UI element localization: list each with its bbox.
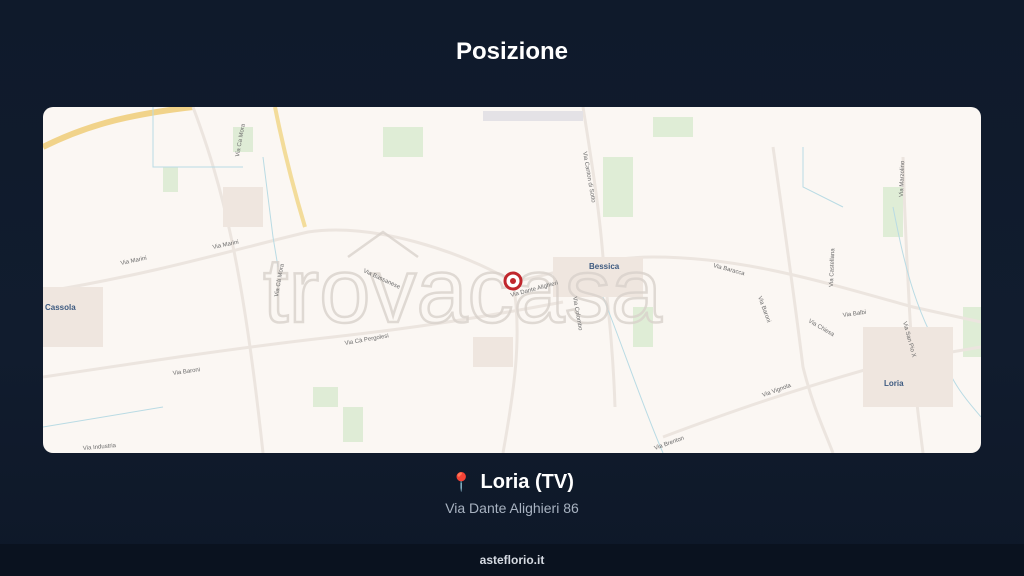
town-label-loria: Loria (884, 379, 904, 388)
map-canvas[interactable]: trovacasa Cassola Bessica Loria Via Ca M… (43, 107, 981, 453)
footer: asteflorio.it (0, 544, 1024, 576)
street-label: Via Chiesa (807, 319, 836, 339)
street-label: Via Balbi (842, 310, 866, 319)
street-label: Via Marini (120, 256, 147, 267)
footer-brand: asteflorio.it (479, 553, 545, 567)
town-label-cassola: Cassola (45, 303, 76, 312)
map[interactable]: trovacasa Cassola Bessica Loria Via Ca M… (43, 107, 981, 453)
location-address: Via Dante Alighieri 86 (445, 500, 579, 516)
street-label: Via Castellana (829, 248, 836, 287)
pin-icon: 📍 (450, 472, 473, 492)
location-name: Loria (TV) (480, 471, 574, 493)
industrial-area (483, 111, 583, 121)
page-title: Posizione (455, 38, 569, 65)
street-label: Via Industria (83, 443, 117, 452)
street-label: Via Baroni (172, 367, 200, 377)
provincial-road (273, 107, 307, 228)
location-title: 📍 Loria (TV) (0, 471, 1024, 494)
watermark-logo: trovacasa (263, 240, 663, 342)
town-label-bessica: Bessica (589, 262, 620, 271)
highway-road (43, 107, 194, 150)
location-marker-icon[interactable] (503, 271, 523, 291)
street-label: Via Brenton (654, 436, 685, 452)
street-label: Via Baroni (756, 296, 771, 324)
